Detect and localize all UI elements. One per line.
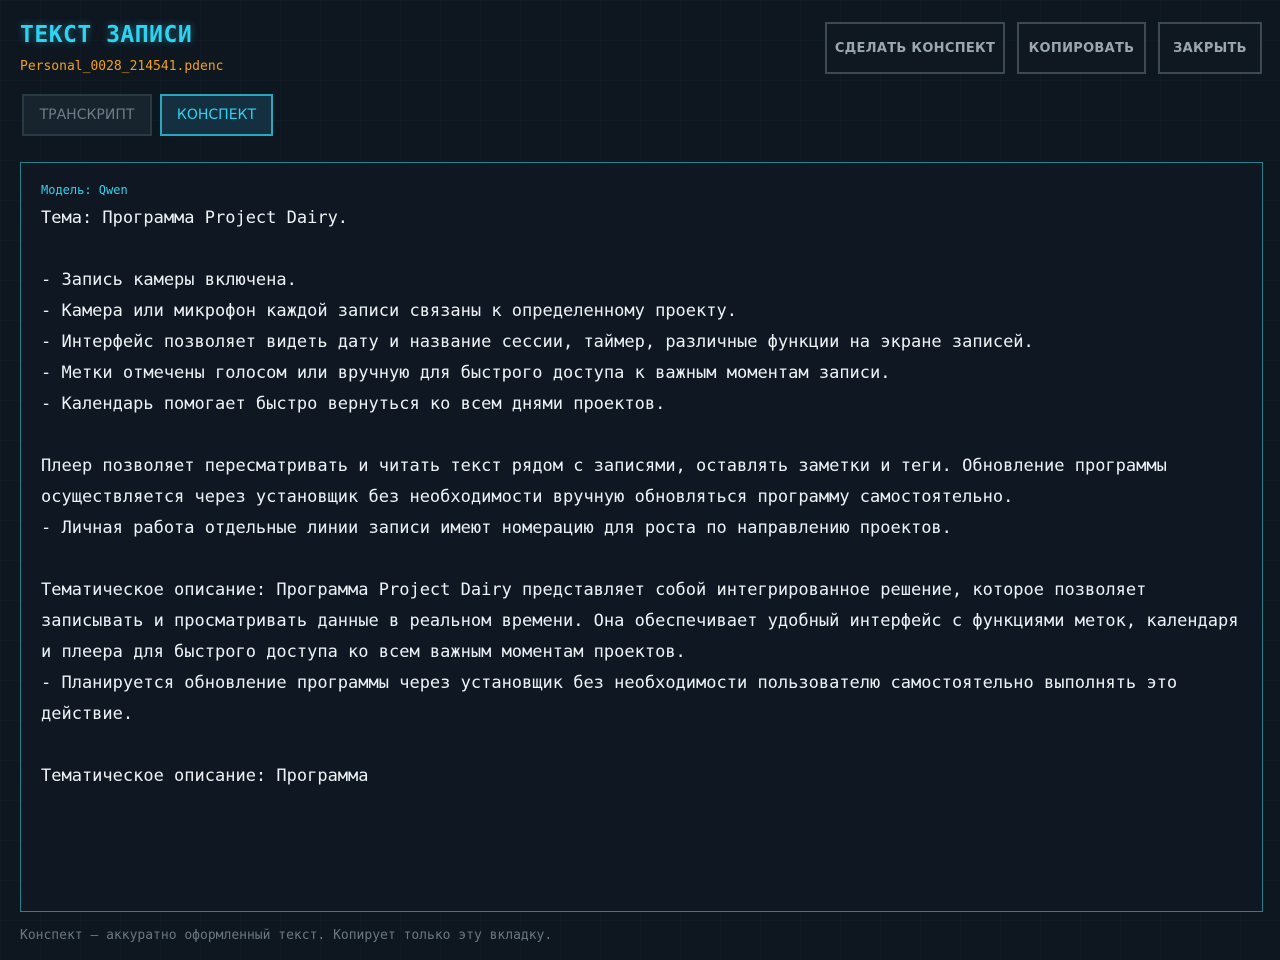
tab-transcript[interactable]: ТРАНСКРИПТ [22,94,152,136]
tab-summary[interactable]: КОНСПЕКТ [160,94,273,136]
summary-panel: Модель: Qwen Тема: Программа Project Dai… [20,162,1263,912]
file-name: Personal_0028_214541.pdenc [20,59,224,74]
close-button[interactable]: ЗАКРЫТЬ [1158,22,1262,74]
make-summary-button[interactable]: СДЕЛАТЬ КОНСПЕКТ [825,22,1005,74]
footer-hint: Конспект — аккуратно оформленный текст. … [20,928,553,943]
summary-text: Тема: Программа Project Dairy. - Запись … [41,208,1239,786]
page-title: ТЕКСТ ЗАПИСИ [20,22,193,48]
model-label: Модель: Qwen [41,183,128,197]
copy-button[interactable]: КОПИРОВАТЬ [1017,22,1146,74]
